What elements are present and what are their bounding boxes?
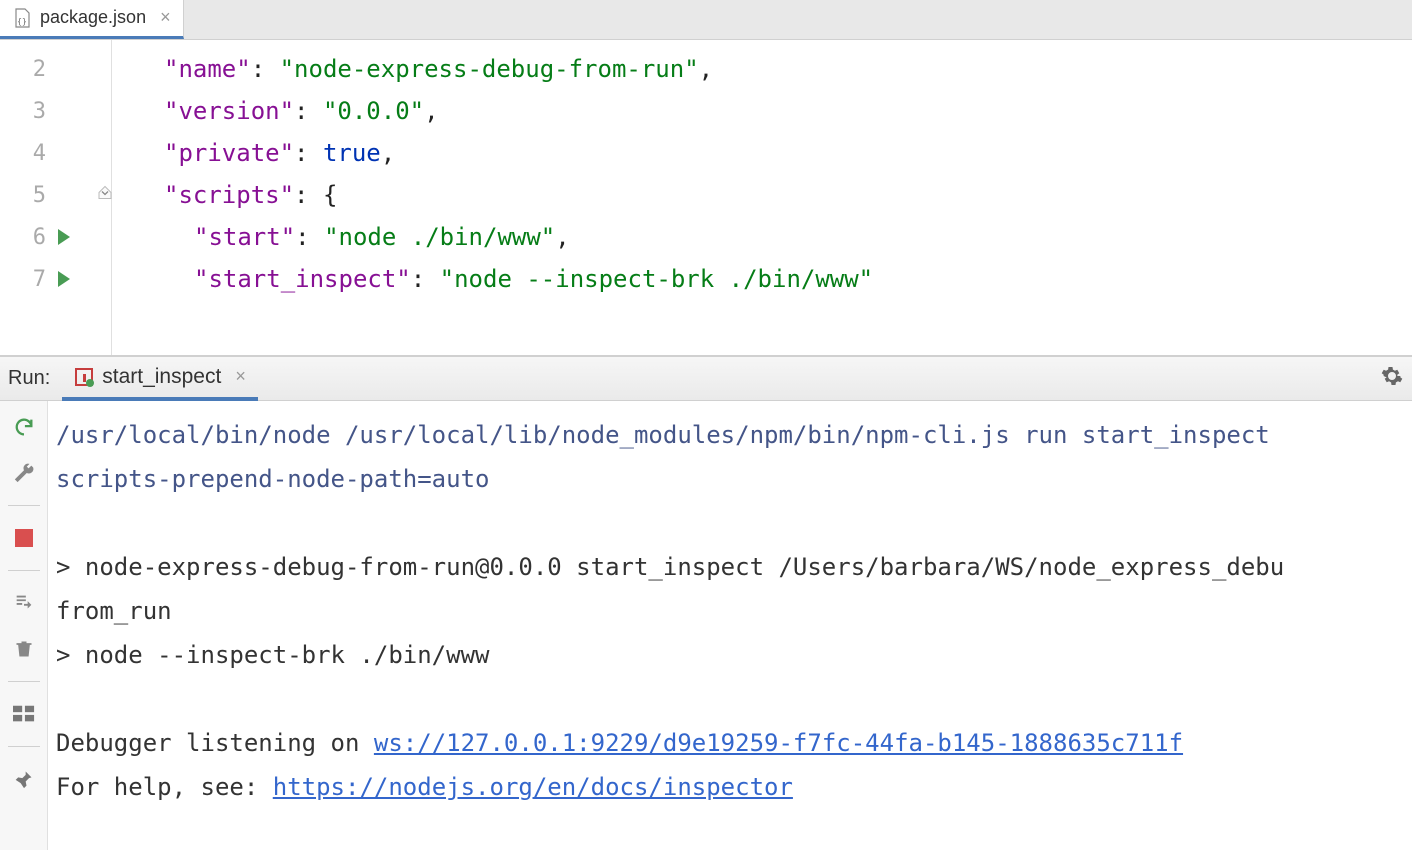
run-tool-window: Run: start_inspect × (0, 356, 1412, 850)
console-line: > node-express-debug-from-run@0.0.0 star… (56, 545, 1404, 589)
svg-text:{}: {} (17, 17, 27, 26)
gutter-line[interactable]: 7 (0, 258, 111, 300)
json-key: "private" (164, 139, 294, 167)
code-content[interactable]: "name": "node-express-debug-from-run", "… (112, 40, 1412, 355)
line-number: 4 (18, 141, 46, 166)
json-key: "scripts" (164, 181, 294, 209)
stop-button[interactable] (10, 524, 38, 552)
console-line: Debugger listening on ws://127.0.0.1:922… (56, 721, 1404, 765)
separator (8, 505, 40, 506)
scroll-to-end-icon[interactable] (10, 589, 38, 617)
json-key: "version" (164, 97, 294, 125)
line-number: 7 (18, 267, 46, 292)
console-line: > node --inspect-brk ./bin/www (56, 633, 1404, 677)
run-panel-body: /usr/local/bin/node /usr/local/lib/node_… (0, 401, 1412, 850)
run-tab-start-inspect[interactable]: start_inspect × (62, 357, 258, 401)
layout-icon[interactable] (10, 700, 38, 728)
gear-icon[interactable] (1380, 364, 1404, 393)
gutter-line[interactable]: 3 (0, 90, 111, 132)
json-file-icon: {} (12, 8, 32, 28)
trash-icon[interactable] (10, 635, 38, 663)
tab-filename: package.json (40, 7, 146, 28)
run-panel-label: Run: (8, 367, 50, 390)
rerun-button[interactable] (10, 413, 38, 441)
json-value: true (323, 139, 381, 167)
console-line: /usr/local/bin/node /usr/local/lib/node_… (56, 413, 1404, 457)
fold-toggle-icon[interactable] (97, 185, 113, 206)
json-value: "node ./bin/www" (324, 223, 555, 251)
gutter-line[interactable]: 2 (0, 48, 111, 90)
gutter-line[interactable]: 4 (0, 132, 111, 174)
editor-tab-package-json[interactable]: {} package.json × (0, 0, 184, 39)
debugger-ws-link[interactable]: ws://127.0.0.1:9229/d9e19259-f7fc-44fa-b… (374, 729, 1183, 757)
console-line: For help, see: https://nodejs.org/en/doc… (56, 765, 1404, 809)
json-key: "name" (164, 55, 251, 83)
help-link[interactable]: https://nodejs.org/en/docs/inspector (273, 773, 793, 801)
npm-run-config-icon (74, 367, 94, 387)
separator (8, 570, 40, 571)
json-key: "start" (194, 223, 295, 251)
separator (8, 681, 40, 682)
editor-gutter: 2 3 4 5 6 7 (0, 40, 112, 355)
run-script-icon[interactable] (58, 271, 70, 287)
close-icon[interactable]: × (235, 366, 246, 387)
json-value: "node --inspect-brk ./bin/www" (440, 265, 873, 293)
line-number: 5 (18, 183, 46, 208)
console-line: from_run (56, 589, 1404, 633)
line-number: 2 (18, 57, 46, 82)
wrench-icon[interactable] (10, 459, 38, 487)
code-editor: 2 3 4 5 6 7 "name": "node-express-deb (0, 40, 1412, 356)
gutter-line[interactable]: 5 (0, 174, 111, 216)
run-toolbar (0, 401, 48, 850)
separator (8, 746, 40, 747)
run-tab-name: start_inspect (102, 365, 221, 389)
console-line: scripts-prepend-node-path=auto (56, 457, 1404, 501)
gutter-line[interactable]: 6 (0, 216, 111, 258)
console-output[interactable]: /usr/local/bin/node /usr/local/lib/node_… (48, 401, 1412, 850)
run-script-icon[interactable] (58, 229, 70, 245)
json-key: "start_inspect" (194, 265, 411, 293)
line-number: 3 (18, 99, 46, 124)
run-panel-header: Run: start_inspect × (0, 357, 1412, 401)
close-icon[interactable]: × (160, 7, 171, 28)
pin-icon[interactable] (10, 765, 38, 793)
editor-tab-bar: {} package.json × (0, 0, 1412, 40)
json-value: "0.0.0" (323, 97, 424, 125)
line-number: 6 (18, 225, 46, 250)
json-value: "node-express-debug-from-run" (280, 55, 699, 83)
